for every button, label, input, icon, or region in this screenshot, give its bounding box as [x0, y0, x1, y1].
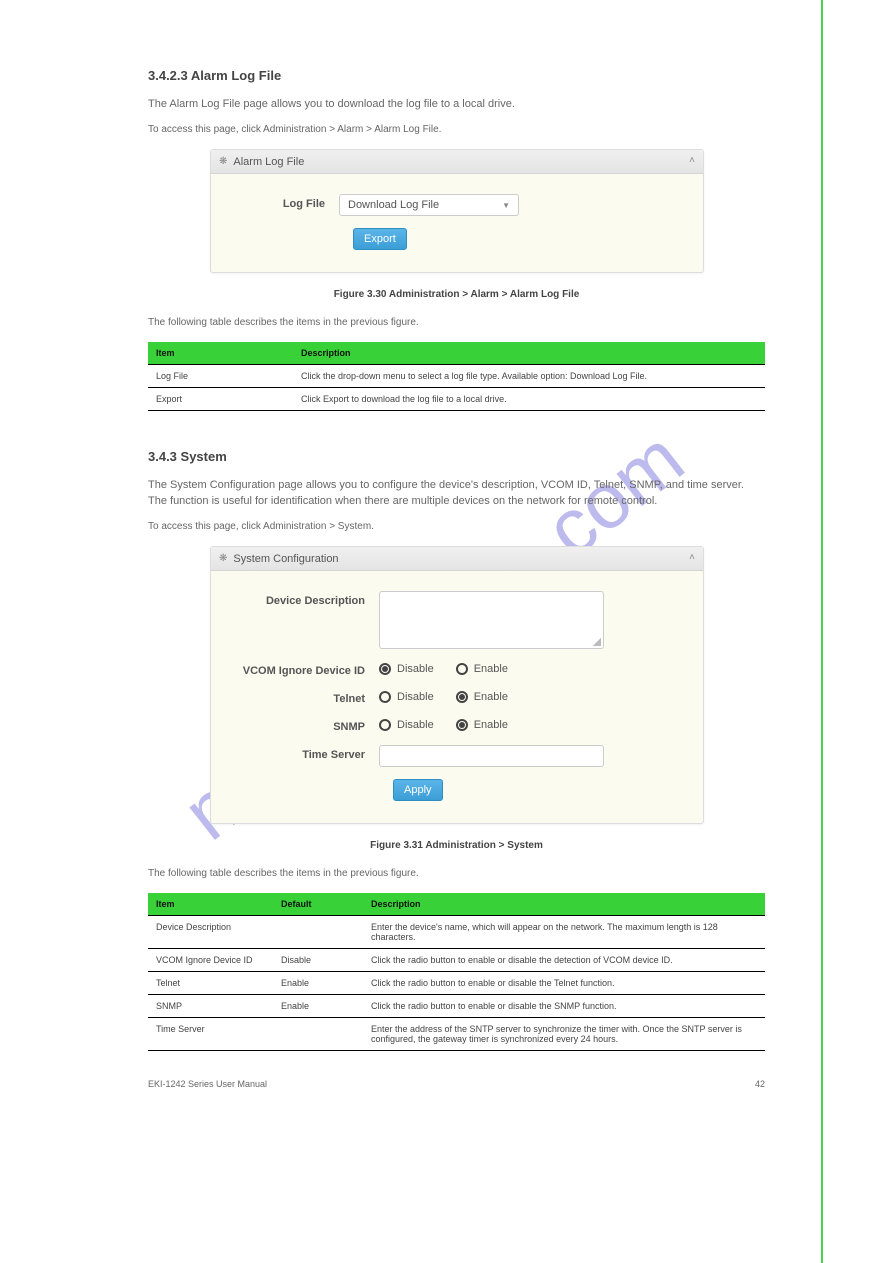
input-time-server[interactable]	[379, 745, 604, 767]
label-snmp: SNMP	[229, 717, 379, 733]
th-default: Default	[273, 893, 363, 916]
cell-item: VCOM Ignore Device ID	[148, 949, 273, 972]
cell-desc: Click the radio button to enable or disa…	[363, 972, 765, 995]
cell-desc: Click Export to download the log file to…	[293, 388, 765, 411]
label-telnet: Telnet	[229, 689, 379, 705]
panel-alarm-log-file: ❋ Alarm Log File ˄ Log File Download Log…	[210, 149, 704, 273]
cell-desc: Enter the address of the SNTP server to …	[363, 1018, 765, 1051]
gear-icon: ❋	[219, 553, 227, 564]
select-log-file[interactable]: Download Log File ▼	[339, 194, 519, 216]
section-desc-2: The System Configuration page allows you…	[148, 478, 765, 509]
form-row-vcom: VCOM Ignore Device ID Disable Enable	[229, 661, 685, 677]
cell-item: Telnet	[148, 972, 273, 995]
cell-default: Disable	[273, 949, 363, 972]
radio-label: Disable	[397, 719, 434, 731]
radio-label: Enable	[474, 719, 508, 731]
radio-snmp-enable[interactable]: Enable	[456, 719, 508, 731]
radio-icon	[379, 719, 391, 731]
nav-line-2: To access this page, click Administratio…	[148, 521, 765, 532]
figure-caption-1: Figure 3.30 Administration > Alarm > Ala…	[148, 289, 765, 300]
label-device-desc: Device Description	[229, 591, 379, 607]
form-row-time-server: Time Server	[229, 745, 685, 767]
nav-line-1: To access this page, click Administratio…	[148, 124, 765, 135]
panel-header-system: ❋ System Configuration ˄	[211, 547, 703, 571]
chevron-up-icon[interactable]: ˄	[689, 552, 695, 563]
table-row: SNMP Enable Click the radio button to en…	[148, 995, 765, 1018]
radio-telnet-disable[interactable]: Disable	[379, 691, 434, 703]
label-vcom: VCOM Ignore Device ID	[229, 661, 379, 677]
form-row-telnet: Telnet Disable Enable	[229, 689, 685, 705]
form-row-device-desc: Device Description	[229, 591, 685, 649]
panel-title-system: System Configuration	[233, 553, 338, 565]
table-row: VCOM Ignore Device ID Disable Click the …	[148, 949, 765, 972]
cell-default	[273, 1018, 363, 1051]
cell-item: Device Description	[148, 916, 273, 949]
cell-desc: Click the drop-down menu to select a log…	[293, 365, 765, 388]
apply-button[interactable]: Apply	[393, 779, 443, 801]
label-time-server: Time Server	[229, 745, 379, 761]
form-row-snmp: SNMP Disable Enable	[229, 717, 685, 733]
radio-snmp-disable[interactable]: Disable	[379, 719, 434, 731]
section-desc-1: The Alarm Log File page allows you to do…	[148, 97, 765, 112]
radio-icon	[456, 719, 468, 731]
section-title-alarm-log-file: 3.4.2.3 Alarm Log File	[148, 68, 765, 83]
th-desc: Description	[293, 342, 765, 365]
radio-label: Enable	[474, 663, 508, 675]
cell-item: Log File	[148, 365, 293, 388]
panel-body-system: Device Description VCOM Ignore Device ID…	[211, 571, 703, 823]
table-system-items: Item Default Description Device Descript…	[148, 893, 765, 1051]
form-row-log-file: Log File Download Log File ▼	[229, 194, 685, 216]
table-row: Log File Click the drop-down menu to sel…	[148, 365, 765, 388]
section-title-system: 3.4.3 System	[148, 449, 765, 464]
panel-system-config: ❋ System Configuration ˄ Device Descript…	[210, 546, 704, 824]
table-row: Export Click Export to download the log …	[148, 388, 765, 411]
radio-icon	[379, 663, 391, 675]
radio-vcom-enable[interactable]: Enable	[456, 663, 508, 675]
page-content: 3.4.2.3 Alarm Log File The Alarm Log Fil…	[148, 0, 765, 1089]
cell-default: Enable	[273, 972, 363, 995]
cell-desc: Enter the device's name, which will appe…	[363, 916, 765, 949]
gear-icon: ❋	[219, 156, 227, 167]
radio-vcom-disable[interactable]: Disable	[379, 663, 434, 675]
radio-icon	[379, 691, 391, 703]
cell-desc: Click the radio button to enable or disa…	[363, 995, 765, 1018]
export-button[interactable]: Export	[353, 228, 407, 250]
label-log-file: Log File	[229, 194, 339, 210]
cell-item: Export	[148, 388, 293, 411]
th-item: Item	[148, 893, 273, 916]
radio-telnet-enable[interactable]: Enable	[456, 691, 508, 703]
cell-item: SNMP	[148, 995, 273, 1018]
radio-label: Disable	[397, 691, 434, 703]
radio-icon	[456, 663, 468, 675]
panel-header-alarm: ❋ Alarm Log File ˄	[211, 150, 703, 174]
cell-default	[273, 916, 363, 949]
panel-body-alarm: Log File Download Log File ▼ Export	[211, 174, 703, 272]
table-row: Device Description Enter the device's na…	[148, 916, 765, 949]
footer-left: EKI-1242 Series User Manual	[148, 1079, 267, 1089]
cell-default: Enable	[273, 995, 363, 1018]
cell-item: Time Server	[148, 1018, 273, 1051]
footer-right: 42	[755, 1079, 765, 1089]
select-value: Download Log File	[348, 199, 439, 211]
radio-icon	[456, 691, 468, 703]
table-row: Telnet Enable Click the radio button to …	[148, 972, 765, 995]
textarea-device-desc[interactable]	[379, 591, 604, 649]
th-desc: Description	[363, 893, 765, 916]
table-row: Time Server Enter the address of the SNT…	[148, 1018, 765, 1051]
table-alarm-items: Item Description Log File Click the drop…	[148, 342, 765, 411]
figure-caption-2: Figure 3.31 Administration > System	[148, 840, 765, 851]
chevron-down-icon: ▼	[502, 201, 510, 210]
radio-label: Enable	[474, 691, 508, 703]
table-intro-2: The following table describes the items …	[148, 867, 765, 881]
panel-title-alarm: Alarm Log File	[233, 156, 304, 168]
chevron-up-icon[interactable]: ˄	[689, 155, 695, 166]
cell-desc: Click the radio button to enable or disa…	[363, 949, 765, 972]
radio-label: Disable	[397, 663, 434, 675]
table-intro-1: The following table describes the items …	[148, 316, 765, 330]
th-item: Item	[148, 342, 293, 365]
page-right-border	[821, 0, 823, 1263]
